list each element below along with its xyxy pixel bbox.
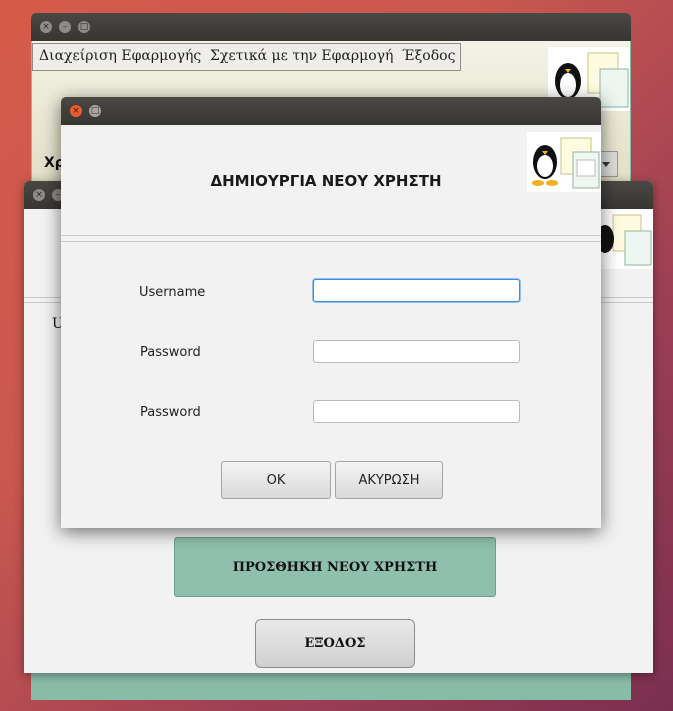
maximize-icon[interactable]: □ <box>89 105 101 117</box>
dialog-titlebar[interactable]: × □ <box>61 97 601 125</box>
dialog-title: ΔΗΜΙΟΥΡΓΙΑ ΝΕΟΥ ΧΡΗΣΤΗ <box>210 172 442 190</box>
username-label: Username <box>139 285 206 300</box>
separator <box>61 235 601 236</box>
create-user-dialog: × □ ΔΗΜΙΟΥΡΓΙΑ ΝΕΟΥ ΧΡΗΣΤΗ Username Pass… <box>61 97 601 528</box>
main-window-titlebar[interactable]: × – □ <box>31 13 631 41</box>
add-user-button[interactable]: ΠΡΟΣΘΗΚΗ ΝΕΟΥ ΧΡΗΣΤΗ <box>174 537 496 597</box>
menu-exit[interactable]: Έξοδος <box>402 48 455 64</box>
confirm-password-label: Password <box>140 405 201 420</box>
menu-bar: Διαχείριση Εφαρμογής Σχετικά με την Εφαρ… <box>32 43 461 71</box>
close-icon[interactable]: × <box>70 105 82 117</box>
password-field[interactable] <box>313 340 520 363</box>
tux-logo-icon <box>596 209 653 269</box>
close-icon[interactable]: × <box>40 21 52 33</box>
confirm-password-field[interactable] <box>313 400 520 423</box>
cancel-button[interactable]: ΑΚΥΡΩΣΗ <box>335 461 443 499</box>
maximize-icon[interactable]: □ <box>78 21 90 33</box>
close-icon[interactable]: × <box>33 189 45 201</box>
separator <box>61 241 601 242</box>
username-field[interactable] <box>313 279 520 302</box>
password-label: Password <box>140 345 201 360</box>
menu-app-management[interactable]: Διαχείριση Εφαρμογής <box>39 48 201 64</box>
menu-about[interactable]: Σχετικά με την Εφαρμογή <box>210 48 393 64</box>
ok-button[interactable]: OK <box>221 461 331 499</box>
exit-button[interactable]: ΕΞΟΔΟΣ <box>255 619 415 668</box>
minimize-icon[interactable]: – <box>59 21 71 33</box>
